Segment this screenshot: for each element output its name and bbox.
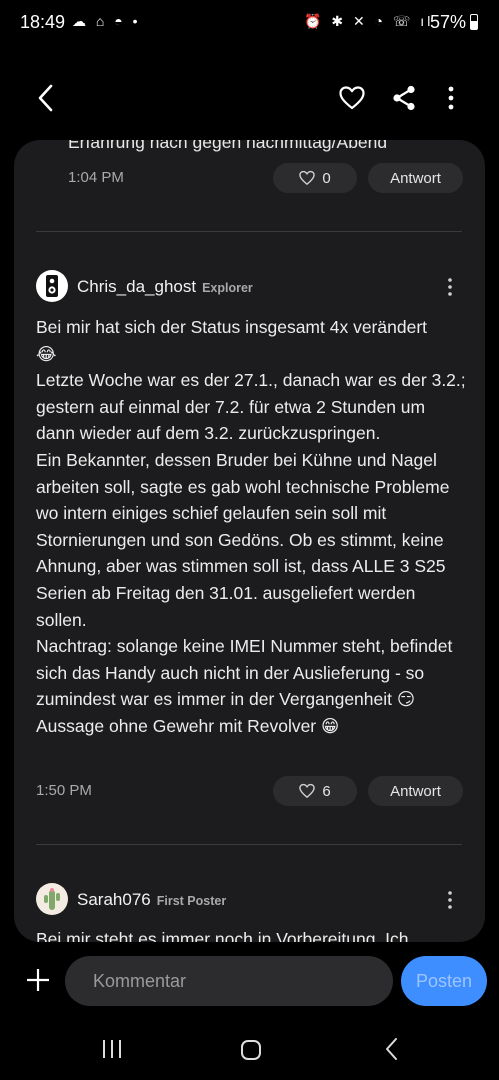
like-count: 0 (322, 169, 331, 187)
add-attachment-button[interactable] (24, 965, 52, 995)
comment-text-partial: Bei mir steht es immer noch in Vorbereit… (36, 929, 409, 942)
avatar[interactable] (36, 270, 68, 302)
comments-card: Erfahrung nach gegen nachmittag/Abend 1:… (14, 140, 485, 942)
like-button[interactable]: 6 (273, 776, 357, 806)
heart-outline-icon (299, 170, 316, 186)
comment-text-partial: Erfahrung nach gegen nachmittag/Abend (68, 140, 388, 152)
comment-time: 1:04 PM (68, 169, 124, 186)
comment-options-button[interactable] (443, 276, 457, 298)
post-button[interactable]: Posten (401, 956, 487, 1006)
comment-input[interactable] (65, 956, 393, 1006)
more-options-button[interactable] (438, 78, 464, 118)
divider (36, 844, 462, 845)
author-line: Chris_da_ghost Explorer (77, 277, 253, 297)
plus-icon (27, 969, 49, 991)
avatar[interactable] (36, 883, 68, 915)
comment-time: 1:50 PM (36, 782, 92, 799)
notification-icons: ☁ ⌂ ◓ • (72, 13, 141, 29)
comment-body: Bei mir hat sich der Status insgesamt 4x… (36, 317, 466, 736)
heart-outline-icon (299, 783, 316, 799)
status-bar: 18:49 ☁ ⌂ ◓ • ⏰ ✱ ✕ ◔ ☏ ıl 57% (0, 0, 499, 46)
more-vertical-icon (448, 891, 452, 909)
nav-home-button[interactable] (239, 1038, 263, 1062)
cactus-avatar-icon (44, 888, 60, 910)
chevron-left-icon (386, 1038, 397, 1060)
comment-options-button[interactable] (443, 889, 457, 911)
share-button[interactable] (386, 78, 422, 118)
author-rank: Explorer (202, 281, 253, 295)
more-vertical-icon (448, 86, 454, 110)
like-count: 6 (322, 782, 331, 800)
author-rank: First Poster (156, 894, 227, 908)
author-name[interactable]: Chris_da_ghost (77, 277, 196, 296)
recents-icon (103, 1040, 121, 1058)
reply-button[interactable]: Antwort (368, 776, 463, 806)
speaker-avatar-icon (46, 275, 58, 297)
favorite-button[interactable] (334, 78, 370, 118)
back-button[interactable] (28, 78, 64, 118)
share-icon (393, 85, 415, 111)
battery-icon (470, 14, 478, 30)
chevron-left-icon (38, 84, 53, 112)
nav-recents-button[interactable] (100, 1038, 124, 1060)
more-vertical-icon (448, 278, 452, 296)
battery-percent: 57% (430, 12, 467, 32)
heart-outline-icon (339, 86, 365, 110)
system-status-icons: ⏰ ✱ ✕ ◔ ☏ ıl (304, 13, 434, 29)
home-icon (241, 1040, 261, 1060)
divider (36, 231, 462, 232)
status-time: 18:49 (20, 12, 66, 32)
author-name[interactable]: Sarah076 (77, 890, 151, 909)
reply-button[interactable]: Antwort (368, 163, 463, 193)
like-button[interactable]: 0 (273, 163, 357, 193)
author-line: Sarah076 First Poster (77, 890, 226, 910)
nav-back-button[interactable] (382, 1036, 400, 1062)
